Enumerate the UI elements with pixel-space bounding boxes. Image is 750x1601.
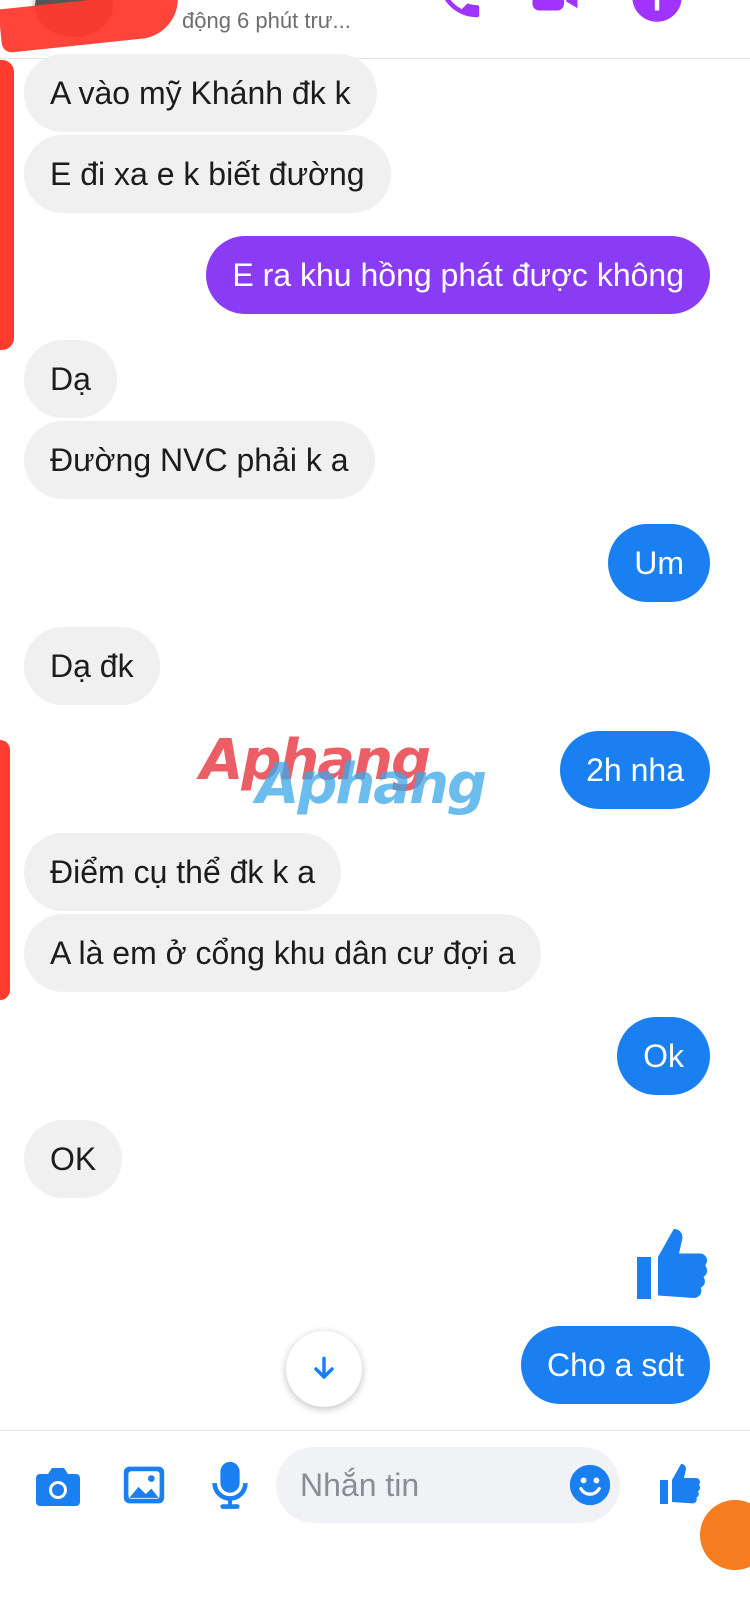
redaction-scribble <box>0 0 182 54</box>
emoji-icon[interactable] <box>568 1463 612 1507</box>
message-outgoing[interactable]: E ra khu hồng phát được không <box>206 236 710 314</box>
message-incoming[interactable]: A vào mỹ Khánh đk k <box>24 54 377 132</box>
video-icon[interactable] <box>528 0 582 24</box>
phone-icon[interactable] <box>432 0 486 24</box>
redaction-mark <box>0 60 14 350</box>
chat-header: động 6 phút trư... <box>0 0 750 59</box>
like-sticker-icon[interactable] <box>630 1222 714 1306</box>
message-incoming[interactable]: E đi xa e k biết đường <box>24 135 391 213</box>
message-input-placeholder: Nhắn tin <box>300 1467 420 1503</box>
gallery-icon[interactable] <box>122 1464 166 1506</box>
message-incoming[interactable]: Dạ <box>24 340 117 418</box>
active-status: động 6 phút trư... <box>182 8 351 33</box>
message-incoming[interactable]: Dạ đk <box>24 627 160 705</box>
message-outgoing[interactable]: Um <box>608 524 710 602</box>
camera-icon[interactable] <box>34 1466 82 1508</box>
watermark: Aphang Aphang <box>200 728 500 818</box>
message-outgoing[interactable]: Cho a sdt <box>521 1326 710 1404</box>
message-incoming[interactable]: Điểm cụ thể đk k a <box>24 833 341 911</box>
watermark-text-shadow: Aphang <box>256 752 487 817</box>
redaction-mark <box>0 740 10 1000</box>
like-icon[interactable] <box>656 1458 704 1510</box>
arrow-down-icon <box>314 1356 334 1379</box>
scroll-to-bottom-button[interactable] <box>286 1331 362 1407</box>
message-outgoing[interactable]: Ok <box>617 1017 710 1095</box>
message-outgoing[interactable]: 2h nha <box>560 731 710 809</box>
message-incoming[interactable]: OK <box>24 1120 123 1198</box>
message-input[interactable]: Nhắn tin <box>276 1447 620 1523</box>
microphone-icon[interactable] <box>210 1460 250 1510</box>
message-incoming[interactable]: Đường NVC phải k a <box>24 421 375 499</box>
message-incoming[interactable]: A là em ở cổng khu dân cư đợi a <box>24 914 542 992</box>
info-icon[interactable] <box>630 0 684 24</box>
